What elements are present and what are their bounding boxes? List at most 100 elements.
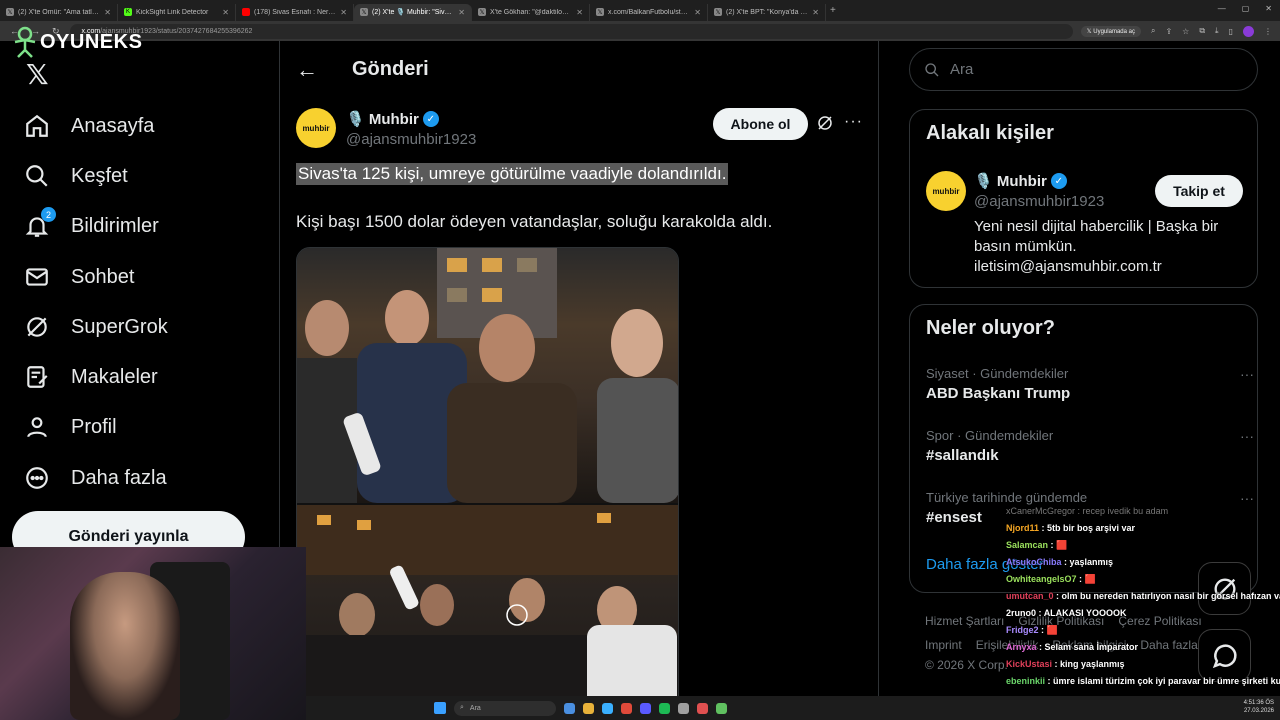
window-controls: — ▢ ✕ [1218,4,1272,13]
profile-avatar[interactable] [1243,25,1254,37]
browser-tab[interactable]: K KickSight Link Detector ✕ [118,3,236,21]
app-icon[interactable] [697,702,708,714]
post-body: Kişi başı 1500 dolar ödeyen vatandaşlar,… [296,212,773,231]
browser-tab[interactable]: (178) Sivas Esnafı : Nereye Sıça ✕ [236,3,354,21]
zoom-icon[interactable]: ⌕ [1151,26,1155,36]
sidebar-item-home[interactable]: Anasayfa [24,111,154,141]
sidebar-item-label: SuperGrok [71,315,168,338]
clock-date: 27.03.2026 [1243,708,1274,714]
menu-icon[interactable]: ⋮ [1264,27,1272,36]
home-icon [24,113,50,139]
subscribe-button[interactable]: Abone ol [713,108,808,140]
browser-tab[interactable]: 𝕏 (2) X'te BPT: "Konya'da motor g ✕ [708,3,826,21]
x-icon: 𝕏 [6,8,14,16]
maximize-icon[interactable]: ▢ [1242,4,1250,13]
post-media[interactable] [296,247,679,720]
more-options-icon[interactable]: ··· [844,113,863,131]
close-window-icon[interactable]: ✕ [1265,4,1272,13]
discord-icon[interactable] [640,702,651,714]
close-tab-icon[interactable]: ✕ [812,8,819,17]
footer-link[interactable]: Hizmet Şartları [925,614,1004,628]
article-icon [24,364,50,390]
settings-icon[interactable] [678,702,689,714]
taskbar-clock[interactable]: 4:51:36 ÖS 27.03.2026 [1244,699,1274,715]
browser-tab[interactable]: 𝕏x.com/BalkanFutbolu/status/20✕ [590,3,708,21]
close-tab-icon[interactable]: ✕ [694,8,701,17]
tab-title: x.com/BalkanFutbolu/status/20 [608,8,691,16]
chat-username: umutcan_0 [1006,591,1054,601]
close-tab-icon[interactable]: ✕ [222,8,229,17]
sidebar-item-profile[interactable]: Profil [24,412,117,442]
close-tab-icon[interactable]: ✕ [104,8,111,17]
sidebar-item-label: Sohbet [71,265,135,288]
windows-start-icon[interactable] [434,702,446,714]
sidebar-item-chat[interactable]: Sohbet [24,262,134,292]
app-icon[interactable] [716,702,727,714]
share-icon[interactable]: ⇪ [1165,27,1172,36]
open-in-app-label: Uygulamada aç [1093,28,1135,35]
trend-item[interactable]: Siyaset · Gündemdekiler ABD Başkanı Trum… [926,366,1254,402]
sidebar-item-articles[interactable]: Makaleler [24,362,158,392]
notification-badge: 2 [41,207,56,222]
edge-icon[interactable] [602,702,613,714]
sidebar-item-explore[interactable]: Keşfet [24,161,128,191]
spotify-icon[interactable] [659,702,670,714]
more-options-icon[interactable]: ··· [1240,366,1254,382]
address-bar: ← → ↻ x.com/ajansmuhbir1923/status/20374… [0,21,1280,41]
chat-message: Fridge2 : 🟥 [1006,625,1058,635]
chat-username: Fridge2 [1006,625,1039,635]
x-logo-icon[interactable]: 𝕏 [26,58,49,91]
trend-category: Siyaset · Gündemdekiler [926,366,1069,381]
browser-tab[interactable]: 𝕏 (2) X'te Ömür: "Ama tatlım en y ✕ [0,3,118,21]
photo-scene-illustration [297,505,678,719]
task-view-icon[interactable] [564,702,575,714]
footer-link[interactable]: Imprint [925,638,962,652]
sidebar-icon[interactable]: ▯ [1229,27,1233,36]
download-icon[interactable]: ⤓ [1215,26,1219,36]
grok-icon[interactable] [816,114,834,137]
minimize-icon[interactable]: — [1218,4,1226,13]
back-arrow-icon[interactable]: ← [296,57,318,83]
file-explorer-icon[interactable] [583,702,594,714]
sidebar-item-supergrok[interactable]: SuperGrok [24,312,168,342]
chat-username: KickUstasi [1006,659,1053,669]
post-photo[interactable] [297,248,678,503]
post-column: ← Gönderi muhbir 🎙️ Muhbir ✓ @ajansmuhbi… [280,41,878,720]
author-avatar[interactable]: muhbir [296,108,336,148]
trend-item[interactable]: Spor · Gündemdekiler #sallandık ··· [926,428,1254,464]
trend-name: #sallandık [926,447,999,464]
browser-tab[interactable]: 𝕏 X'te Gökhan: "@daktilock Aracı ✕ [472,3,590,21]
related-avatar[interactable]: muhbir [926,171,966,211]
chrome-icon[interactable] [621,702,632,714]
open-in-app-button[interactable]: 𝕏 Uygulamada aç [1080,25,1141,37]
chat-message: KickUstasi : king yaşlanmış [1006,659,1125,669]
chat-username: Arnyxa [1006,642,1037,652]
bookmark-star-icon[interactable]: ☆ [1182,27,1189,36]
streamer-webcam [0,547,306,720]
chat-text: 🟥 [1084,574,1096,584]
sidebar-item-more[interactable]: Daha fazla [24,463,167,493]
bell-icon: 2 [24,207,56,239]
browser-tab-active[interactable]: 𝕏 (2) X'te 🎙️ Muhbir: "Sivas'ta 1: ✕ [354,3,472,21]
close-tab-icon[interactable]: ✕ [458,8,465,17]
related-name-row[interactable]: 🎙️ Muhbir ✓ [974,172,1067,190]
related-handle[interactable]: @ajansmuhbir1923 [974,193,1104,210]
extensions-icon[interactable]: ⧉ [1199,26,1205,36]
chat-message: ebeninkii : ümre islami türizim çok iyi … [1006,673,1280,690]
post-photo[interactable] [297,505,678,719]
brand-person-icon [14,26,36,58]
author-name-row[interactable]: 🎙️ Muhbir ✓ [346,110,439,128]
taskbar-search[interactable]: ⌕ Ara [454,700,556,716]
url-field[interactable]: x.com/ajansmuhbir1923/status/20374276842… [69,23,1073,39]
more-options-icon[interactable]: ··· [1240,428,1254,444]
sidebar-item-notifications[interactable]: 2 Bildirimler [24,207,159,241]
chat-message: Arnyxa : Selam sana İmparator [1006,642,1139,652]
new-tab-icon[interactable]: + [830,5,836,16]
follow-button[interactable]: Takip et [1155,175,1243,207]
close-tab-icon[interactable]: ✕ [576,8,583,17]
author-handle[interactable]: @ajansmuhbir1923 [346,131,476,148]
search-input[interactable]: Ara [909,48,1258,91]
close-tab-icon[interactable]: ✕ [340,8,347,17]
sidebar-item-label: Makaleler [71,365,158,388]
tab-title: KickSight Link Detector [136,8,209,16]
